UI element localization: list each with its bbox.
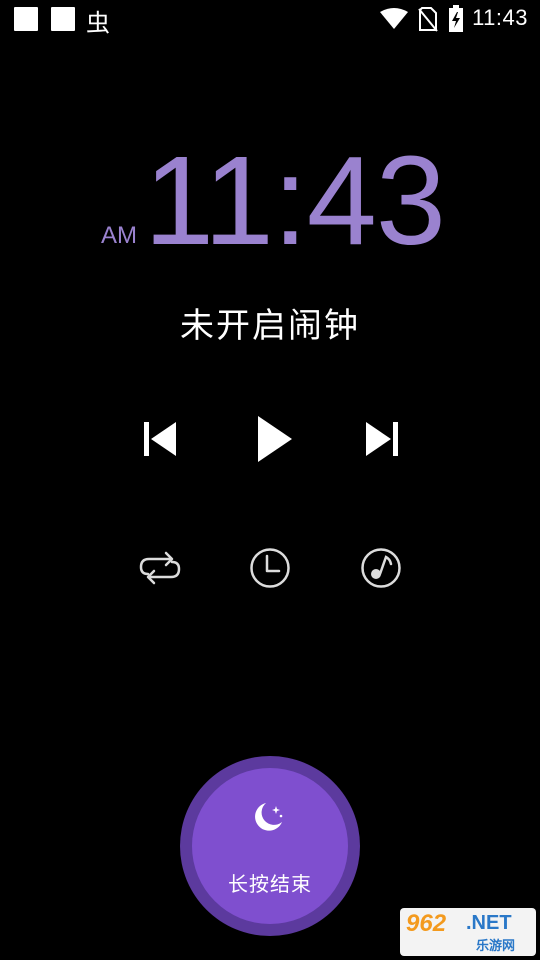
skip-previous-icon[interactable] bbox=[142, 422, 178, 456]
alarm-status-text: 未开启闹钟 bbox=[180, 306, 360, 346]
battery-charging-icon bbox=[449, 5, 463, 32]
watermark-site-name: 乐游网 bbox=[476, 939, 516, 954]
status-time: 11:43 bbox=[472, 5, 528, 30]
notification-square-icon bbox=[14, 7, 38, 31]
site-watermark-logo: 962 .NET 乐游网 bbox=[400, 908, 536, 956]
end-button-label: 长按结束 bbox=[228, 872, 312, 896]
play-icon[interactable] bbox=[256, 416, 294, 462]
ampm-label: AM bbox=[101, 222, 137, 249]
repeat-icon[interactable] bbox=[138, 548, 182, 588]
no-sim-icon bbox=[418, 7, 438, 32]
skip-next-icon[interactable] bbox=[364, 422, 400, 456]
moon-stars-icon bbox=[255, 803, 283, 831]
music-timer-icon[interactable] bbox=[360, 547, 402, 589]
watermark-number: 962 bbox=[406, 910, 447, 937]
screen: 虫 11:43 AM 11:43 未开启闹钟 长按结束 962 .NET 乐游网 bbox=[0, 0, 540, 960]
wifi-icon bbox=[380, 8, 408, 29]
long-press-end-button[interactable]: 长按结束 bbox=[192, 768, 348, 924]
status-bar: 虫 11:43 bbox=[0, 0, 540, 38]
watermark-net: .NET bbox=[466, 912, 512, 934]
app-badge-icon: 虫 bbox=[86, 9, 110, 37]
notification-square-icon bbox=[51, 7, 75, 31]
clock-time: 11:43 bbox=[144, 130, 446, 271]
timer-clock-icon[interactable] bbox=[249, 547, 291, 589]
